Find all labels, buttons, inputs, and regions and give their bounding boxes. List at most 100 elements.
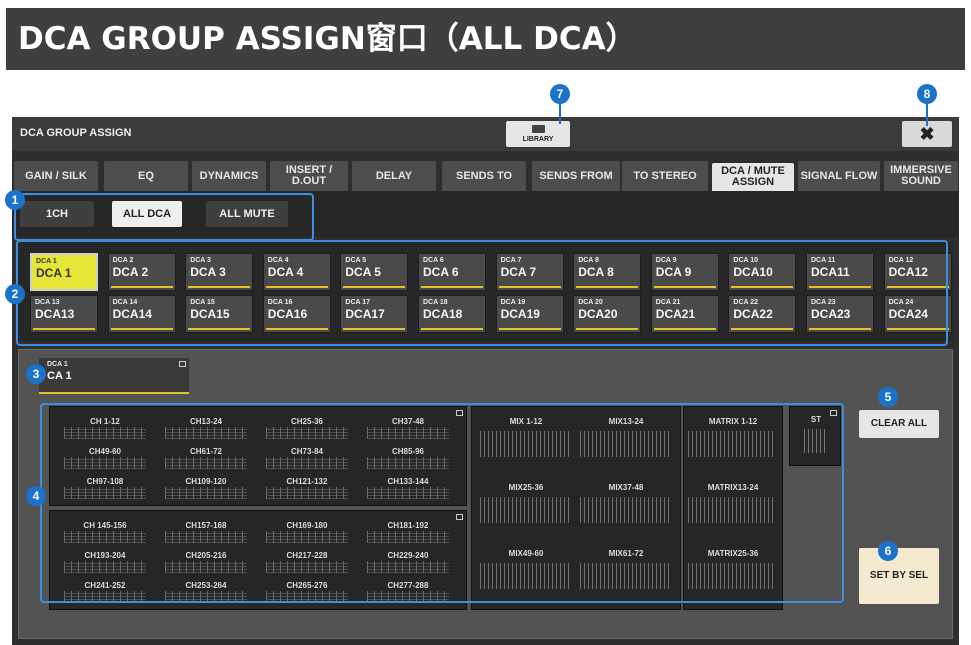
mix-assign-switches[interactable] [480, 497, 572, 523]
dca-button-4[interactable]: DCA 4 DCA 4 [262, 253, 331, 291]
tab-5[interactable]: DELAY [352, 161, 436, 191]
mix-group[interactable]: MIX 1-12 [478, 415, 574, 459]
dca-button-21[interactable]: DCA 21 DCA21 [650, 295, 719, 333]
dca-button-12[interactable]: DCA 12 DCA12 [883, 253, 952, 291]
channel-assign-switches[interactable] [64, 457, 146, 469]
tab-1[interactable]: GAIN / SILK [14, 161, 98, 191]
dca-button-3[interactable]: DCA 3 DCA 3 [185, 253, 254, 291]
mix-group[interactable]: MIX25-36 [478, 481, 574, 525]
channel-group[interactable]: CH229-240 [359, 551, 457, 577]
mix-assign-switches[interactable] [580, 497, 672, 523]
tab-8[interactable]: TO STEREO [622, 161, 708, 191]
dca-button-20[interactable]: DCA 20 DCA20 [573, 295, 642, 333]
dca-button-1[interactable]: DCA 1 DCA 1 [30, 253, 98, 291]
mix-group[interactable]: MIX61-72 [578, 547, 674, 591]
channel-assign-switches[interactable] [367, 531, 449, 543]
tab-9[interactable]: DCA / MUTE ASSIGN [712, 163, 794, 191]
library-button[interactable]: LIBRARY [506, 121, 570, 147]
channel-assign-switches[interactable] [165, 487, 247, 499]
channel-group[interactable]: CH25-36 [258, 417, 356, 443]
dca-button-23[interactable]: DCA 23 DCA23 [806, 295, 874, 333]
channel-assign-switches[interactable] [266, 561, 348, 573]
set-by-sel-button[interactable]: SET BY SEL [859, 548, 939, 604]
channel-assign-switches[interactable] [367, 591, 449, 603]
channel-group[interactable]: CH217-228 [258, 551, 356, 577]
dca-button-16[interactable]: DCA 16 DCA16 [262, 295, 331, 333]
mode-all-mute-button[interactable]: ALL MUTE [206, 201, 288, 227]
channel-group[interactable]: CH253-264 [157, 581, 255, 607]
channel-group[interactable]: CH277-288 [359, 581, 457, 607]
channel-assign-switches[interactable] [367, 457, 449, 469]
mode-1ch-button[interactable]: 1CH [20, 201, 94, 227]
channel-assign-switches[interactable] [266, 457, 348, 469]
dca-button-22[interactable]: DCA 22 DCA22 [728, 295, 797, 333]
channel-group[interactable]: CH 145-156 [56, 521, 154, 547]
channel-group[interactable]: CH85-96 [359, 447, 457, 473]
tab-6[interactable]: SENDS TO [442, 161, 526, 191]
channel-assign-switches[interactable] [367, 561, 449, 573]
dca-button-9[interactable]: DCA 9 DCA 9 [650, 253, 719, 291]
matrix-assign-switches[interactable] [688, 497, 776, 523]
channel-group[interactable]: CH121-132 [258, 477, 356, 503]
channel-assign-switches[interactable] [367, 487, 449, 499]
dca-button-19[interactable]: DCA 19 DCA19 [495, 295, 564, 333]
clear-all-button[interactable]: CLEAR ALL [859, 410, 939, 438]
channel-group[interactable]: CH181-192 [359, 521, 457, 547]
matrix-group[interactable]: MATRIX 1-12 [686, 415, 780, 459]
matrix-assign-switches[interactable] [688, 563, 776, 589]
dca-button-14[interactable]: DCA 14 DCA14 [107, 295, 176, 333]
current-dca-display[interactable]: DCA 1 CA 1 [39, 358, 189, 394]
matrix-group[interactable]: MATRIX25-36 [686, 547, 780, 591]
matrix-group[interactable]: MATRIX13-24 [686, 481, 780, 525]
channel-assign-switches[interactable] [266, 487, 348, 499]
dca-button-15[interactable]: DCA 15 DCA15 [185, 295, 254, 333]
mix-assign-switches[interactable] [480, 431, 572, 457]
channel-group[interactable]: CH205-216 [157, 551, 255, 577]
matrix-assign-switches[interactable] [688, 431, 776, 457]
dca-button-17[interactable]: DCA 17 DCA17 [340, 295, 409, 333]
tab-7[interactable]: SENDS FROM [532, 161, 620, 191]
channel-assign-switches[interactable] [266, 591, 348, 603]
channel-group[interactable]: CH241-252 [56, 581, 154, 607]
tab-4[interactable]: INSERT / D.OUT [270, 161, 348, 191]
channel-group[interactable]: CH61-72 [157, 447, 255, 473]
channel-assign-switches[interactable] [165, 531, 247, 543]
channel-assign-switches[interactable] [165, 591, 247, 603]
channel-assign-switches[interactable] [165, 427, 247, 439]
channel-assign-switches[interactable] [64, 561, 146, 573]
channel-assign-switches[interactable] [367, 427, 449, 439]
dca-button-7[interactable]: DCA 7 DCA 7 [495, 253, 564, 291]
mix-assign-switches[interactable] [580, 431, 672, 457]
channel-assign-switches[interactable] [165, 457, 247, 469]
dca-button-5[interactable]: DCA 5 DCA 5 [340, 253, 409, 291]
channel-group[interactable]: CH169-180 [258, 521, 356, 547]
channel-group[interactable]: CH157-168 [157, 521, 255, 547]
mix-group[interactable]: MIX37-48 [578, 481, 674, 525]
mix-assign-switches[interactable] [580, 563, 672, 589]
mix-assign-switches[interactable] [480, 563, 572, 589]
dca-button-13[interactable]: DCA 13 DCA13 [30, 295, 98, 333]
dca-button-2[interactable]: DCA 2 DCA 2 [107, 253, 176, 291]
channel-assign-switches[interactable] [266, 427, 348, 439]
tab-10[interactable]: SIGNAL FLOW [798, 161, 880, 191]
dca-button-24[interactable]: DCA 24 DCA24 [883, 295, 952, 333]
dca-button-6[interactable]: DCA 6 DCA 6 [418, 253, 486, 291]
tab-11[interactable]: IMMERSIVE SOUND [884, 161, 958, 191]
channel-assign-switches[interactable] [64, 531, 146, 543]
channel-group[interactable]: CH 1-12 [56, 417, 154, 443]
dca-button-10[interactable]: DCA 10 DCA10 [728, 253, 797, 291]
channel-assign-switches[interactable] [64, 487, 146, 499]
channel-group[interactable]: CH37-48 [359, 417, 457, 443]
channel-group[interactable]: CH133-144 [359, 477, 457, 503]
mode-all-dca-button[interactable]: ALL DCA [112, 201, 182, 227]
dca-button-11[interactable]: DCA 11 DCA11 [806, 253, 874, 291]
channel-group[interactable]: CH73-84 [258, 447, 356, 473]
channel-group[interactable]: CH109-120 [157, 477, 255, 503]
channel-assign-switches[interactable] [165, 561, 247, 573]
channel-group[interactable]: CH13-24 [157, 417, 255, 443]
channel-assign-switches[interactable] [64, 427, 146, 439]
tab-2[interactable]: EQ [104, 161, 188, 191]
st-assign-switches[interactable] [804, 429, 826, 453]
mix-group[interactable]: MIX49-60 [478, 547, 574, 591]
tab-3[interactable]: DYNAMICS [192, 161, 266, 191]
